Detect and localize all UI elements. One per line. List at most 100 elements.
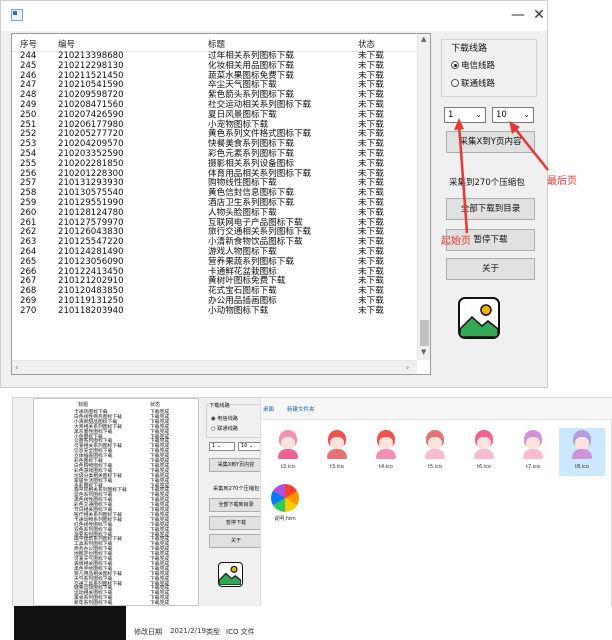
list-header: 序号 编号 标题 状态 — [12, 34, 417, 52]
scroll-left-icon[interactable]: ‹ — [15, 363, 18, 372]
column-header-title[interactable]: 标题 — [208, 38, 225, 50]
list-rows: 244 210213398680 过年相关系列图标下载 未下载 245 210212298… — [12, 51, 417, 317]
screenshot-canvas: — ✕ 序号 编号 标题 状态 244 210213398680 过年相关系列图标下… — [0, 0, 612, 640]
mini-start-page-select[interactable]: 1 ⌄ — [209, 442, 235, 451]
column-header-id[interactable]: 编号 — [58, 38, 75, 50]
taskbar-text-1: 修改日期 — [134, 628, 162, 636]
radio-checked-icon[interactable] — [451, 61, 459, 69]
scrollbar-thumb[interactable] — [420, 320, 429, 346]
avatar-face — [281, 437, 295, 449]
mini-radio-unicom[interactable]: ○ 联通线路 — [211, 425, 238, 432]
avatar-face — [526, 437, 540, 449]
mini-download-all-button[interactable]: 全部下载到目录 — [209, 498, 263, 512]
mini-status-text: 采集到270个压缩包 — [213, 486, 260, 492]
file-name: t8.ico — [575, 464, 589, 470]
taskbar-text-3: 类型 — [206, 628, 220, 636]
taskbar-text-4: ICO 文件 — [226, 628, 255, 636]
avatar-face — [477, 437, 491, 449]
file-name: t6.ico — [477, 464, 491, 470]
avatar-icon — [564, 428, 600, 462]
avatar-body — [278, 449, 298, 459]
avatar-icon — [270, 428, 306, 462]
scroll-right-icon[interactable]: › — [406, 363, 409, 372]
avatar-icon — [368, 428, 404, 462]
file-item[interactable]: t7.ico — [510, 428, 556, 476]
file-name: t4.ico — [379, 464, 393, 470]
row-id: 210118203940 — [58, 305, 124, 316]
collect-status-text: 采集到270个压缩包 — [449, 178, 525, 188]
radio-unicom-label: 联通线路 — [461, 79, 496, 89]
file-item[interactable]: t6.ico — [461, 428, 507, 476]
file-name: t7.ico — [526, 464, 540, 470]
window-app-icon — [11, 9, 23, 21]
radio-unchecked-icon[interactable] — [451, 79, 459, 87]
html-file-item[interactable]: 说明.htm — [267, 482, 303, 530]
file-name: t2.ico — [281, 464, 295, 470]
avatar-face — [330, 437, 344, 449]
chevron-down-icon[interactable]: ⌄ — [475, 108, 482, 122]
start-page-select[interactable]: 1 ⌄ — [444, 107, 486, 123]
avatar-icon — [417, 428, 453, 462]
file-item[interactable]: t5.ico — [412, 428, 458, 476]
row-number: 270 — [20, 305, 37, 316]
end-page-annotation: 最后页 — [547, 176, 577, 187]
breadcrumb-desktop[interactable]: 桌面 — [263, 405, 274, 413]
file-explorer: 桌面 新建文件夹 t2.ico t3.ico t4.ico t5.ico t6.ico t… — [260, 397, 612, 610]
radio-unicom[interactable]: 联通线路 — [451, 77, 495, 89]
download-all-button[interactable]: 全部下载到目录 — [446, 198, 535, 220]
taskbar-text-2: 2021/2/19 — [170, 627, 206, 635]
horizontal-scrollbar[interactable]: ‹ › — [12, 360, 417, 374]
file-item[interactable]: t3.ico — [314, 428, 360, 476]
scroll-up-icon[interactable]: ▲ — [421, 35, 426, 43]
about-button[interactable]: 关于 — [446, 258, 535, 280]
mini-end-page-value: 10 — [241, 443, 248, 449]
mini-column-status[interactable]: 状态 — [150, 401, 160, 408]
file-item[interactable]: t2.ico — [265, 428, 311, 476]
chevron-down-icon[interactable]: ⌄ — [523, 108, 530, 122]
file-name: t3.ico — [330, 464, 344, 470]
collect-pages-button[interactable]: 采集X到Y页内容 — [446, 131, 535, 153]
start-page-value: 1 — [448, 110, 454, 120]
close-button[interactable]: ✕ — [526, 3, 552, 27]
column-header-number[interactable]: 序号 — [20, 38, 37, 50]
start-page-annotation: 起始页 — [441, 236, 471, 247]
mini-pause-button[interactable]: 暂停下载 — [209, 516, 263, 530]
mini-image-icon — [218, 562, 243, 587]
file-item[interactable]: t8.ico — [559, 428, 605, 476]
avatar-body — [474, 449, 494, 459]
table-row[interactable]: 270 210118203940 小动物图标下载 未下载 — [12, 305, 417, 317]
scroll-down-icon[interactable]: ▼ — [421, 348, 426, 356]
explorer-address-bar: 桌面 新建文件夹 — [261, 398, 612, 420]
file-item[interactable]: t4.ico — [363, 428, 409, 476]
mini-about-button[interactable]: 关于 — [209, 534, 263, 548]
radio-telecom[interactable]: 电信线路 — [451, 59, 495, 71]
avatar-face — [575, 437, 589, 449]
mini-collect-button[interactable]: 采集X到Y页内容 — [209, 458, 263, 472]
avatar-face — [428, 437, 442, 449]
column-header-status[interactable]: 状态 — [358, 38, 375, 50]
end-page-select[interactable]: 10 ⌄ — [492, 107, 534, 123]
mini-radio-telecom[interactable]: ◉ 电信线路 — [211, 415, 238, 422]
row-status: 未下载 — [358, 305, 384, 316]
file-name: t5.ico — [428, 464, 442, 470]
download-list[interactable]: 序号 编号 标题 状态 244 210213398680 过年相关系列图标下载 未下载… — [11, 33, 431, 375]
avatar-body — [523, 449, 543, 459]
end-page-value: 10 — [496, 110, 507, 120]
breadcrumb-folder[interactable]: 新建文件夹 — [287, 405, 315, 413]
avatar-body — [376, 449, 396, 459]
main-window: — ✕ 序号 编号 标题 状态 244 210213398680 过年相关系列图标下… — [0, 0, 548, 388]
mini-route-title: 下载线路 — [209, 402, 230, 409]
image-icon — [458, 297, 500, 339]
pinwheel-icon — [271, 484, 299, 512]
avatar-icon — [466, 428, 502, 462]
taskbar-dark-region — [14, 606, 126, 640]
radio-telecom-label: 电信线路 — [461, 61, 496, 71]
mini-download-list[interactable]: 标题 状态 卡通风图标下载 下载完成 白色线性商务图标下载 下载完成 小清新甜品图标下载… — [33, 398, 199, 606]
mini-start-page-value: 1 — [212, 443, 216, 449]
row-title: 小动物图标下载 — [208, 305, 269, 316]
vertical-scrollbar[interactable]: ▲ ▼ — [417, 34, 430, 360]
mini-column-title[interactable]: 标题 — [78, 401, 88, 408]
file-name: 说明.htm — [274, 516, 296, 522]
avatar-icon — [515, 428, 551, 462]
title-bar: — ✕ — [1, 1, 547, 31]
